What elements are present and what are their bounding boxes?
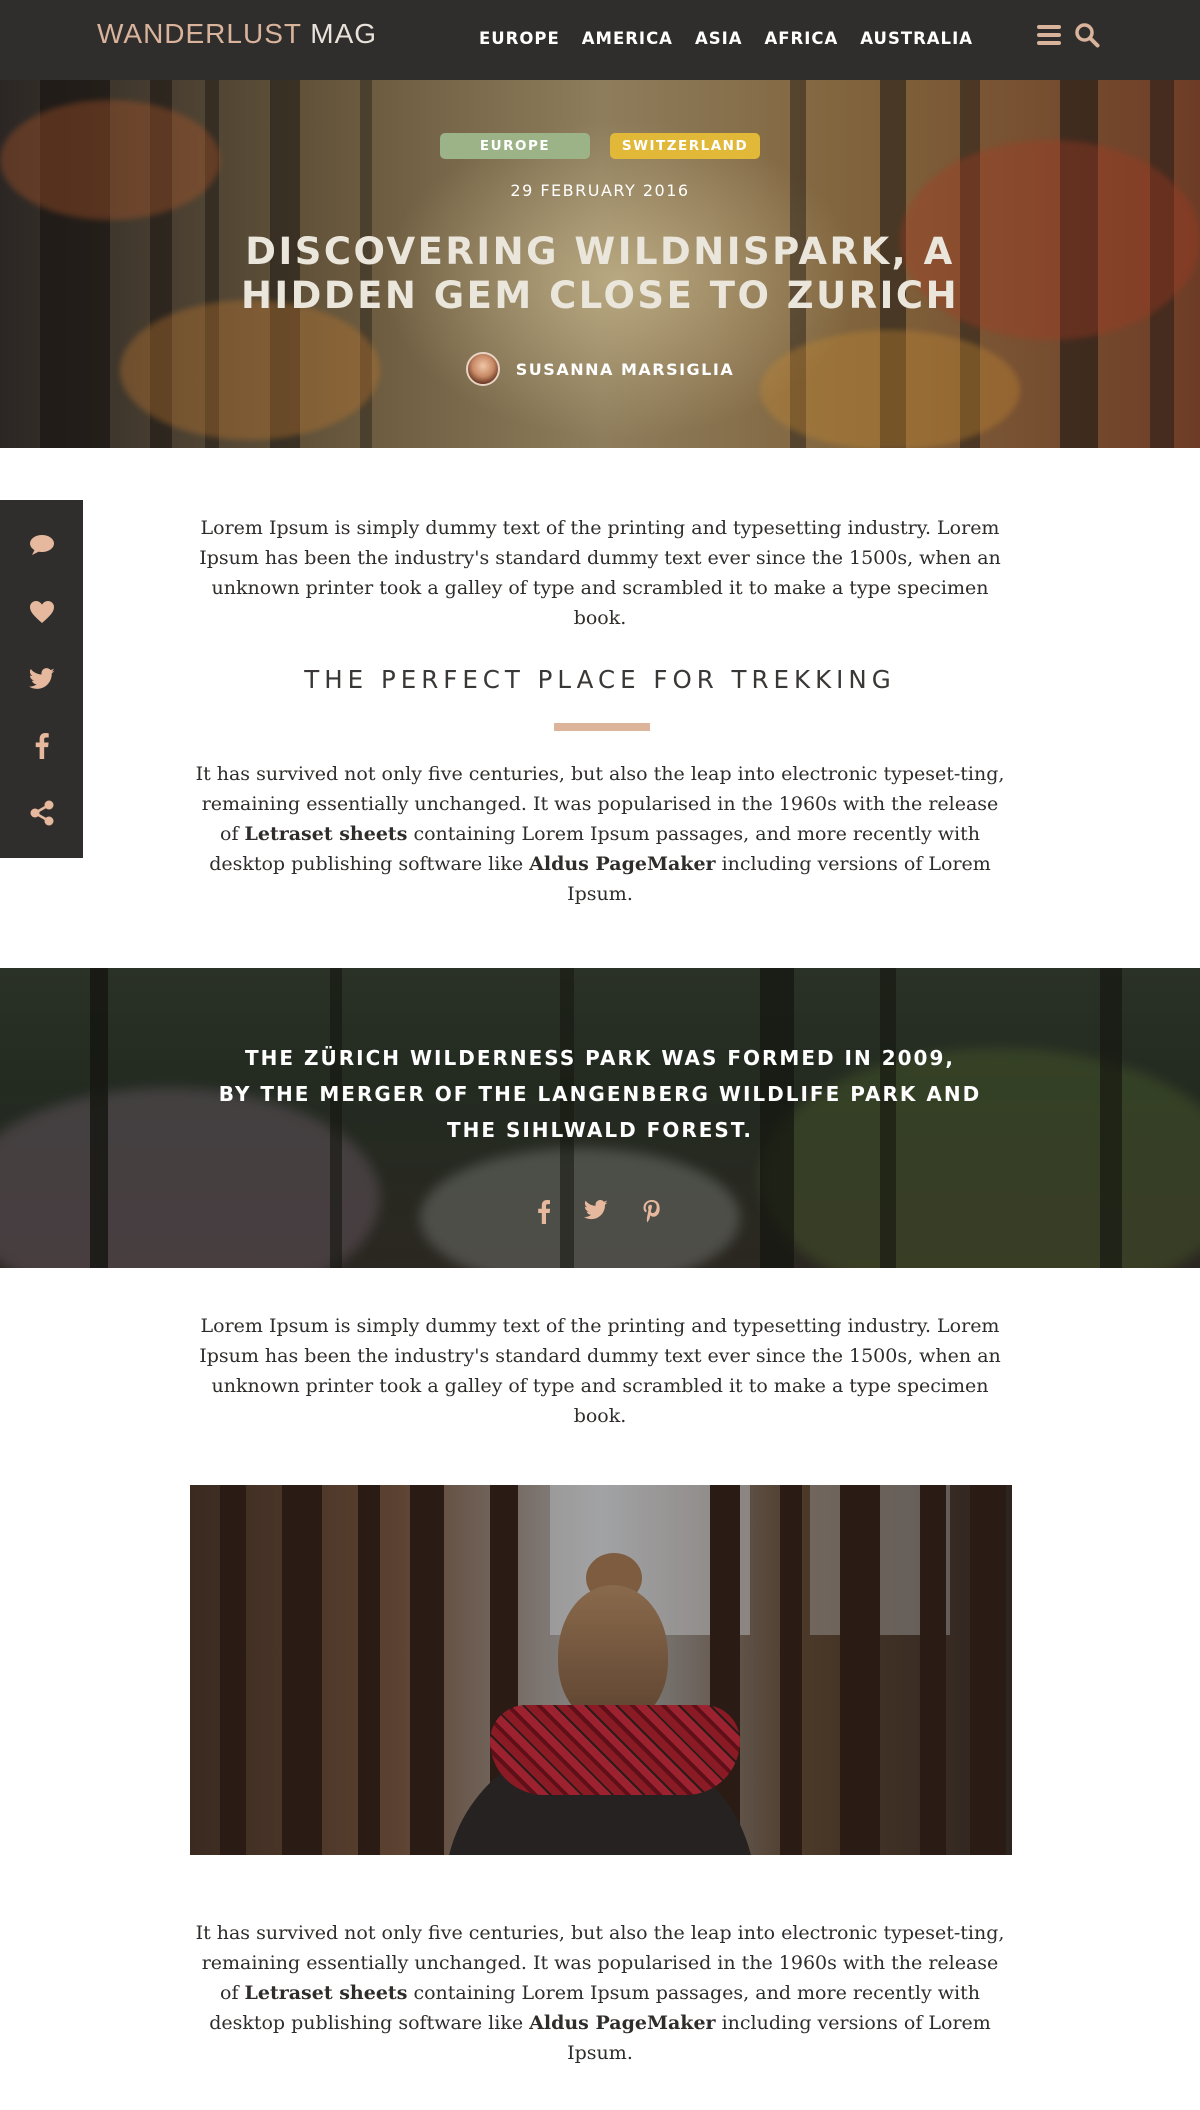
quote-share-icons: [0, 1200, 1200, 1228]
photo-tree: [970, 1485, 1006, 1855]
photo-tree: [220, 1485, 246, 1855]
hamburger-menu-icon[interactable]: [1036, 23, 1062, 51]
logo-main: WANDERLUST: [97, 18, 302, 49]
menu-item-africa[interactable]: AFRICA: [765, 29, 839, 48]
share-icon[interactable]: [27, 798, 57, 828]
post-title: DISCOVERING WILDNISPARK, A HIDDEN GEM CL…: [240, 230, 960, 317]
facebook-icon[interactable]: [27, 731, 57, 761]
pull-quote: THE ZÜRICH WILDERNESS PARK WAS FORMED IN…: [180, 1040, 1020, 1148]
menu-item-europe[interactable]: EUROPE: [479, 29, 560, 48]
top-navbar: WANDERLUST MAG EUROPE AMERICA ASIA AFRIC…: [0, 0, 1200, 80]
bold-text: Aldus PageMaker: [529, 853, 716, 875]
quote-banner: THE ZÜRICH WILDERNESS PARK WAS FORMED IN…: [0, 968, 1200, 1268]
post-date: 29 FEBRUARY 2016: [510, 181, 690, 200]
article-photo: [190, 1485, 1012, 1855]
closing-paragraph: It has survived not only five centuries,…: [190, 1918, 1010, 2068]
logo-sub: MAG: [310, 18, 378, 49]
search-icon[interactable]: [1074, 22, 1100, 52]
pinterest-icon[interactable]: [642, 1200, 662, 1228]
quote-line: THE SIHLWALD FOREST.: [446, 1118, 754, 1142]
author-avatar: [465, 352, 500, 386]
quote-line: THE ZÜRICH WILDERNESS PARK WAS FORMED IN…: [245, 1046, 955, 1070]
menu-item-america[interactable]: AMERICA: [582, 29, 673, 48]
main-menu: EUROPE AMERICA ASIA AFRICA AUSTRALIA: [479, 29, 973, 48]
photo-tree: [920, 1485, 946, 1855]
photo-person-scarf: [490, 1705, 740, 1795]
photo-tree: [282, 1485, 322, 1855]
bold-text: Letraset sheets: [244, 823, 408, 845]
category-tags: EUROPE SWITZERLAND: [0, 133, 1200, 159]
photo-tree: [410, 1485, 444, 1855]
facebook-icon[interactable]: [538, 1200, 551, 1228]
author-byline[interactable]: SUSANNA MARSIGLIA: [0, 352, 1200, 386]
hero-foliage: [760, 330, 1020, 448]
hero-banner: EUROPE SWITZERLAND 29 FEBRUARY 2016 DISC…: [0, 80, 1200, 448]
section-heading: THE PERFECT PLACE FOR TREKKING: [304, 665, 896, 694]
menu-item-australia[interactable]: AUSTRALIA: [860, 29, 973, 48]
share-sidebar: [0, 500, 83, 858]
heading-divider: [554, 723, 650, 731]
photo-tree: [358, 1485, 380, 1855]
photo-person-head: [558, 1585, 668, 1725]
author-name: SUSANNA MARSIGLIA: [515, 359, 735, 379]
bold-text: Aldus PageMaker: [529, 2012, 716, 2034]
second-intro-paragraph: Lorem Ipsum is simply dummy text of the …: [199, 1315, 1001, 1427]
quote-line: BY THE MERGER OF THE LANGENBERG WILDLIFE…: [218, 1082, 982, 1106]
tag-switzerland[interactable]: SWITZERLAND: [610, 133, 760, 159]
comment-icon[interactable]: [27, 530, 57, 560]
tag-europe[interactable]: EUROPE: [440, 133, 590, 159]
intro-paragraph: Lorem Ipsum is simply dummy text of the …: [199, 517, 1001, 629]
menu-item-asia[interactable]: ASIA: [695, 29, 743, 48]
twitter-icon[interactable]: [27, 664, 57, 694]
hero-foliage: [0, 100, 220, 220]
nav-icons: [1036, 22, 1100, 52]
photo-tree: [780, 1485, 802, 1855]
photo-tree: [840, 1485, 880, 1855]
heart-icon[interactable]: [27, 597, 57, 627]
body-paragraph: It has survived not only five centuries,…: [190, 759, 1010, 909]
site-logo[interactable]: WANDERLUST MAG: [97, 18, 377, 50]
twitter-icon[interactable]: [583, 1200, 608, 1228]
bold-text: Letraset sheets: [244, 1982, 408, 2004]
